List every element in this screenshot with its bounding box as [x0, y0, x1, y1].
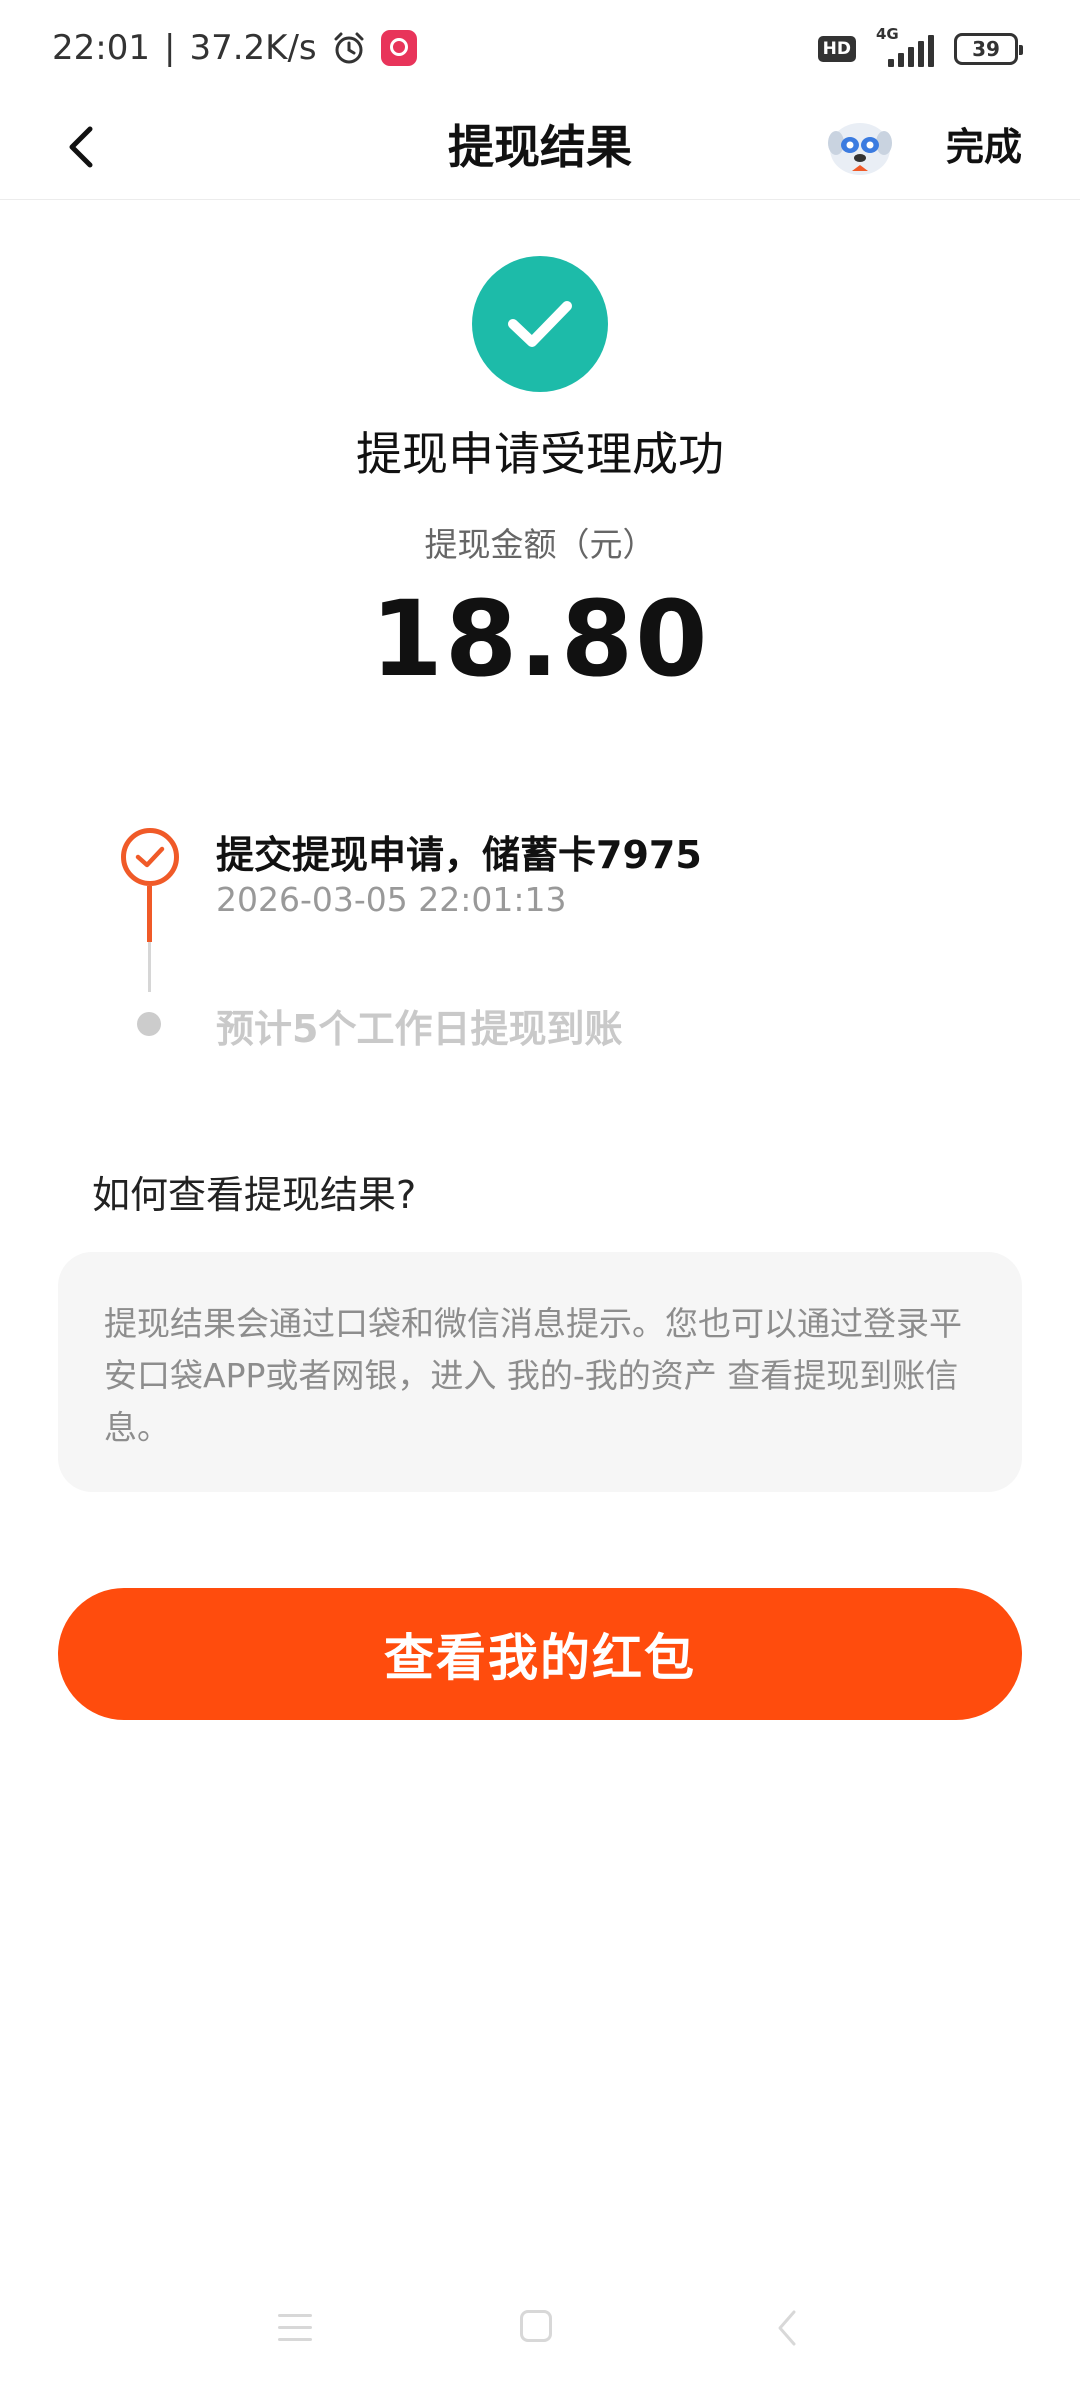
chevron-left-icon — [69, 126, 93, 168]
help-info-box: 提现结果会通过口袋和微信消息提示。您也可以通过登录平安口袋APP或者网银，进入 … — [58, 1252, 1022, 1492]
view-red-packet-button[interactable]: 查看我的红包 — [58, 1588, 1022, 1720]
status-time: 22:01 — [52, 28, 150, 68]
app-notification-icon — [380, 30, 417, 66]
status-right: HD 4G 39 — [817, 25, 1023, 72]
done-button[interactable]: 完成 — [946, 95, 1022, 199]
status-left: 22:01 | 37.2K/s — [52, 22, 417, 74]
timeline-step-time: 2026-03-05 22:01:13 — [216, 880, 567, 919]
timeline-connector-pending — [148, 942, 151, 992]
amount-label: 提现金额（元） — [424, 525, 656, 564]
alarm-icon — [334, 32, 364, 64]
step-pending-dot — [137, 1012, 161, 1036]
mascot-avatar-icon[interactable] — [822, 109, 898, 185]
timeline-connector-active — [147, 886, 152, 942]
battery-level: 39 — [972, 37, 1000, 61]
signal-icon: 4G — [870, 25, 940, 69]
back-nav-icon[interactable] — [772, 2308, 802, 2348]
signal-bars — [888, 35, 934, 67]
check-icon — [135, 846, 165, 868]
home-icon[interactable] — [520, 2310, 552, 2342]
battery-icon: 39 — [954, 33, 1023, 65]
system-nav-bar — [0, 2270, 1080, 2400]
withdraw-amount: 18.80 — [370, 578, 710, 700]
back-button[interactable] — [50, 115, 114, 179]
network-speed: 37.2K/s — [189, 28, 317, 68]
menu-icon[interactable] — [278, 2314, 312, 2342]
help-title: 如何查看提现结果? — [92, 1173, 417, 1217]
withdraw-result-page: 22:01 | 37.2K/s HD 4G 39 提现结果 完成 提现申请受理成… — [0, 0, 1080, 2400]
timeline-step-title-pending: 预计5个工作日提现到账 — [216, 1007, 623, 1051]
status-separator: | — [163, 28, 176, 68]
top-nav-bar: 提现结果 完成 — [0, 95, 1080, 200]
page-title: 提现结果 — [448, 120, 632, 174]
cta-label: 查看我的红包 — [384, 1629, 696, 1687]
hd-icon: HD — [817, 36, 856, 62]
step-done-icon — [121, 828, 179, 886]
result-status-text: 提现申请受理成功 — [356, 427, 724, 481]
status-bar: 22:01 | 37.2K/s HD 4G 39 — [0, 0, 1080, 95]
help-body-text: 提现结果会通过口袋和微信消息提示。您也可以通过登录平安口袋APP或者网银，进入 … — [104, 1304, 962, 1447]
checkmark-icon — [508, 301, 572, 347]
check-circle-icon — [472, 256, 608, 392]
timeline-step-title: 提交提现申请，储蓄卡7975 — [216, 833, 702, 877]
